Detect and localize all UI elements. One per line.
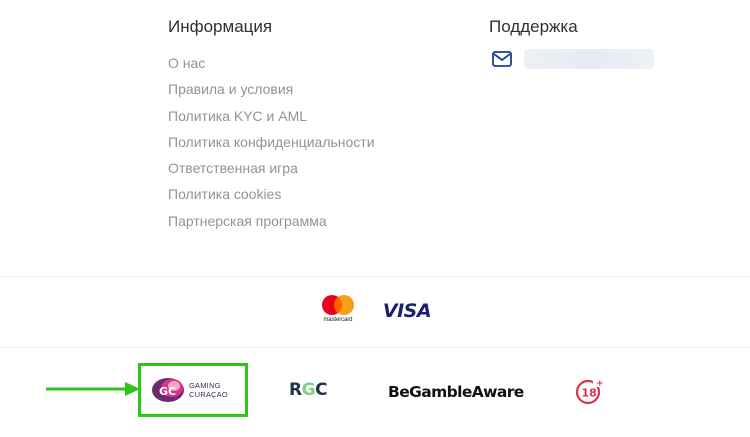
info-title: Информация bbox=[168, 17, 273, 36]
visa-logo: VISA bbox=[382, 300, 432, 322]
mastercard-icon bbox=[321, 295, 354, 315]
link-kyc-aml[interactable]: Политика KYC и AML bbox=[168, 107, 375, 133]
rgc-letter-c: C bbox=[315, 380, 328, 400]
rgc-letter-g: G bbox=[301, 380, 316, 400]
link-privacy[interactable]: Политика конфиденциальности bbox=[168, 133, 375, 159]
payment-methods: mastercard VISA bbox=[0, 294, 750, 328]
age-text: 18 bbox=[582, 387, 597, 400]
gaming-curacao-text: GAMING CURAÇAO bbox=[189, 381, 228, 399]
support-email-row[interactable] bbox=[491, 49, 654, 69]
link-about[interactable]: О нас bbox=[168, 54, 375, 80]
email-redacted[interactable] bbox=[524, 49, 654, 69]
link-affiliate[interactable]: Партнерская программа bbox=[168, 212, 375, 238]
rgc-logo: RGC bbox=[289, 380, 328, 400]
green-arrow-icon bbox=[46, 382, 140, 396]
gc-line1: GAMING bbox=[189, 381, 221, 390]
age-18-icon: + 18 bbox=[575, 378, 603, 405]
support-title: Поддержка bbox=[489, 17, 578, 36]
rgc-letter-r: R bbox=[289, 380, 302, 400]
gc-logo-text: GC bbox=[159, 385, 176, 398]
mastercard-logo: mastercard bbox=[319, 294, 357, 328]
link-cookies[interactable]: Политика cookies bbox=[168, 185, 375, 211]
divider-top bbox=[0, 276, 750, 277]
begambleaware-logo: BeGambleAware bbox=[388, 383, 524, 401]
gaming-curacao-badge[interactable]: GC GAMING CURAÇAO bbox=[138, 363, 248, 417]
link-responsible-gaming[interactable]: Ответственная игра bbox=[168, 159, 375, 185]
mail-icon bbox=[491, 50, 513, 68]
info-links: О нас Правила и условия Политика KYC и A… bbox=[168, 54, 375, 238]
mastercard-text: mastercard bbox=[323, 317, 353, 323]
svg-text:+: + bbox=[596, 379, 603, 389]
gc-line2: CURAÇAO bbox=[189, 390, 228, 399]
link-terms[interactable]: Правила и условия bbox=[168, 80, 375, 106]
divider-bottom bbox=[0, 347, 750, 348]
gaming-curacao-icon: GC bbox=[152, 378, 184, 402]
